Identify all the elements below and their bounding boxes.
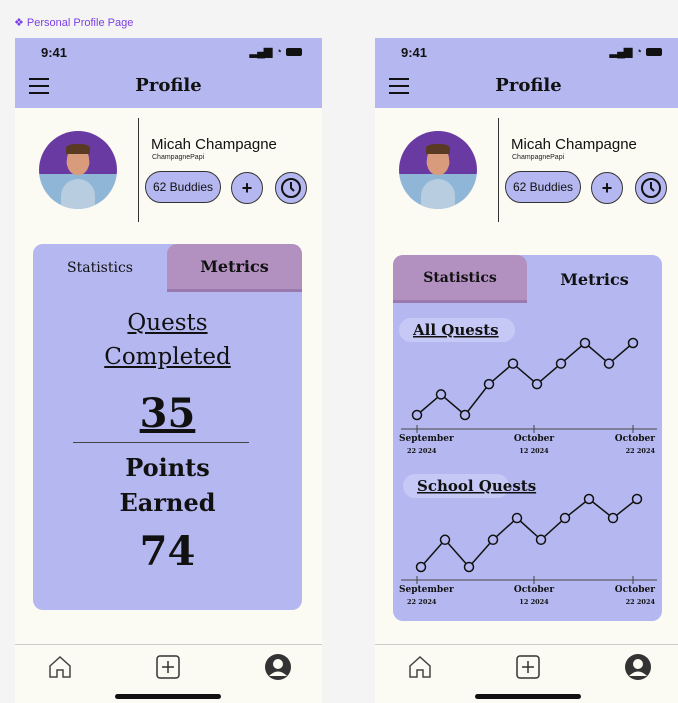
data-point xyxy=(607,512,619,524)
data-point xyxy=(507,358,519,369)
data-point xyxy=(579,337,591,349)
chart-title: All Quests xyxy=(412,321,499,339)
data-point xyxy=(631,493,643,505)
frame-label: ❖ Personal Profile Page xyxy=(14,17,134,29)
add-post-icon[interactable] xyxy=(513,652,543,682)
data-point xyxy=(511,512,523,524)
data-point xyxy=(411,409,423,421)
tabbar-divider xyxy=(15,644,322,645)
x-tick-sublabel: 22 2024 xyxy=(407,447,437,455)
quests-label-2: Completed xyxy=(104,344,231,370)
data-point xyxy=(483,378,495,390)
avatar[interactable] xyxy=(39,131,117,209)
data-point xyxy=(555,358,567,369)
points-label-2: Earned xyxy=(119,488,216,517)
profile-divider xyxy=(498,118,499,222)
x-tick-label: October xyxy=(615,585,655,595)
profile-name: Micah Champagne xyxy=(511,136,637,153)
home-indicator xyxy=(115,694,221,699)
profile-name: Micah Champagne xyxy=(151,136,277,153)
data-point xyxy=(559,512,571,524)
signal-icon: ▂▄▆ xyxy=(609,46,633,58)
data-point xyxy=(531,378,543,390)
buddies-button[interactable]: 62 Buddies xyxy=(505,171,581,203)
status-time: 9:41 xyxy=(401,45,428,60)
add-buddy-button[interactable]: + xyxy=(591,172,623,204)
data-point xyxy=(583,493,595,505)
phone-statistics-view: 9:41 ▂▄▆ ◔ Profile Micah Champagne Champ… xyxy=(15,38,322,703)
x-tick-sublabel: 22 2024 xyxy=(626,447,656,455)
signal-icon: ▂▄▆ xyxy=(249,46,273,58)
avatar[interactable] xyxy=(399,131,477,209)
page-title: Profile xyxy=(495,75,562,96)
home-icon[interactable] xyxy=(405,652,435,682)
x-tick-label: October xyxy=(615,434,655,444)
data-point xyxy=(603,358,615,369)
wifi-icon: ◔ xyxy=(635,45,642,58)
quests-value: 35 xyxy=(139,390,196,437)
data-point xyxy=(487,534,499,546)
data-point xyxy=(435,389,447,400)
app-header: 9:41 ▂▄▆ ◔ Profile xyxy=(15,38,322,108)
stats-card: Statistics Metrics Quests Completed 35 P… xyxy=(33,244,302,610)
series-line xyxy=(416,342,634,417)
data-point xyxy=(463,561,475,573)
profile-handle: ChampagnePapi xyxy=(152,154,205,161)
history-button[interactable] xyxy=(275,172,307,204)
x-tick-label: September xyxy=(399,434,454,444)
data-point xyxy=(415,561,427,573)
battery-icon xyxy=(286,47,302,56)
clock-icon xyxy=(641,178,661,198)
tab-metrics[interactable]: Metrics xyxy=(167,244,302,292)
wifi-icon: ◔ xyxy=(275,45,282,58)
status-time: 9:41 xyxy=(41,45,68,60)
profile-handle: ChampagnePapi xyxy=(512,154,565,161)
phone-metrics-view: 9:41 ▂▄▆ ◔ Profile Micah Champagne Champ… xyxy=(375,38,678,703)
home-icon[interactable] xyxy=(45,652,75,682)
profile-divider xyxy=(138,118,139,222)
data-point xyxy=(535,534,547,546)
tabbar-divider xyxy=(375,644,678,645)
add-buddy-button[interactable]: + xyxy=(231,172,263,204)
data-point xyxy=(439,534,451,546)
metrics-charts: All Quests September 22 2024 October 12 2024… xyxy=(399,318,657,606)
x-tick-sublabel: 12 2024 xyxy=(519,598,549,606)
x-tick-sublabel: 22 2024 xyxy=(407,598,437,606)
x-tick-sublabel: 12 2024 xyxy=(519,447,549,455)
points-label-1: Points xyxy=(125,453,210,482)
plus-icon: + xyxy=(241,177,253,198)
add-post-icon[interactable] xyxy=(153,652,183,682)
quests-label-1: Quests xyxy=(127,310,208,336)
status-icons: ▂▄▆ ◔ xyxy=(610,45,662,58)
plus-icon: + xyxy=(601,177,613,198)
battery-icon xyxy=(646,47,662,56)
clock-icon xyxy=(281,178,301,198)
app-header: 9:41 ▂▄▆ ◔ Profile xyxy=(375,38,678,108)
history-button[interactable] xyxy=(635,172,667,204)
x-tick-sublabel: 22 2024 xyxy=(626,598,656,606)
chart-title: School Quests xyxy=(417,477,536,495)
points-value: 74 xyxy=(139,528,196,575)
user-circle-icon[interactable] xyxy=(263,652,293,682)
data-point xyxy=(627,337,639,349)
buddies-button[interactable]: 62 Buddies xyxy=(145,171,221,203)
series-line xyxy=(420,498,638,569)
home-indicator xyxy=(475,694,581,699)
metrics-card: Statistics Metrics All Quests September 22… xyxy=(393,255,662,621)
stats-divider xyxy=(73,442,249,443)
data-point xyxy=(459,409,471,421)
x-tick-label: October xyxy=(514,585,554,595)
page-title: Profile xyxy=(135,75,202,96)
tab-statistics[interactable]: Statistics xyxy=(33,244,167,292)
x-tick-label: September xyxy=(399,585,454,595)
status-icons: ▂▄▆ ◔ xyxy=(250,45,302,58)
x-tick-label: October xyxy=(514,434,554,444)
user-circle-icon[interactable] xyxy=(623,652,653,682)
